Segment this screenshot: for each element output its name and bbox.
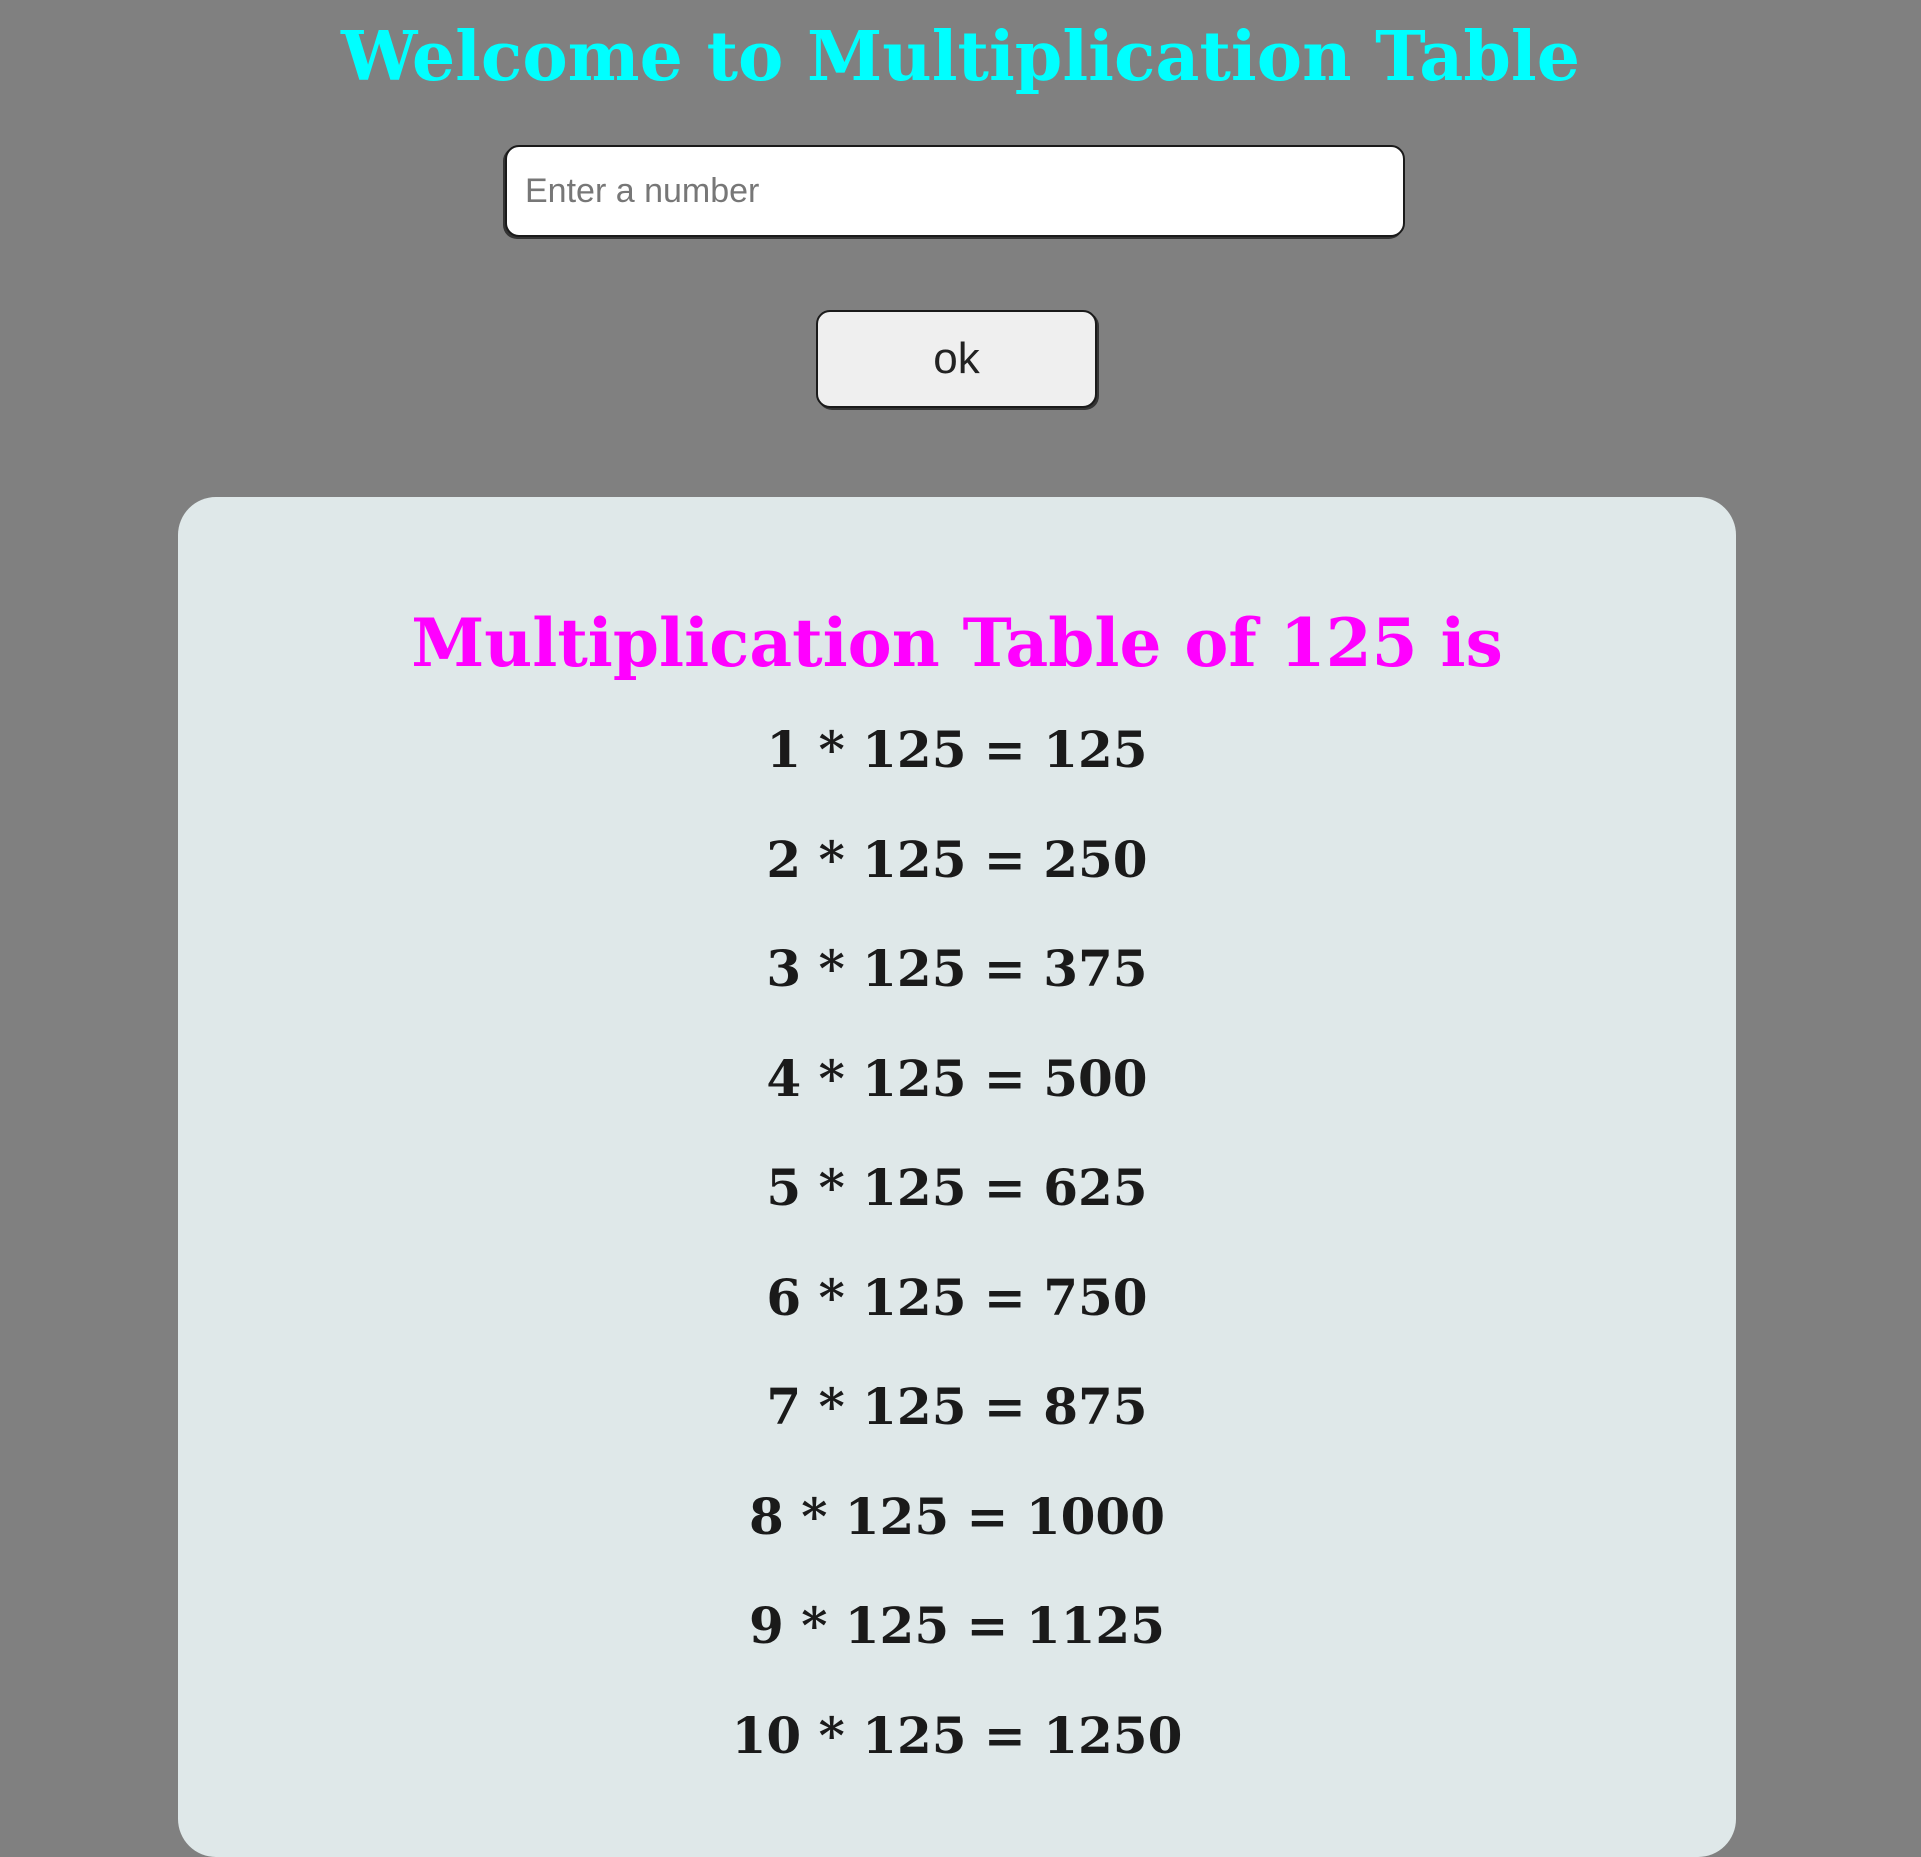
- page-title: Welcome to Multiplication Table: [341, 17, 1580, 97]
- result-heading: Multiplication Table of 125 is: [411, 604, 1503, 682]
- table-row: 6 * 125 = 750: [766, 1267, 1148, 1327]
- table-row: 1 * 125 = 125: [766, 720, 1148, 779]
- number-input[interactable]: [505, 145, 1405, 237]
- table-row: 2 * 125 = 250: [766, 829, 1148, 889]
- ok-button[interactable]: ok: [816, 310, 1097, 408]
- table-rows: 1 * 125 = 125 2 * 125 = 250 3 * 125 = 37…: [178, 705, 1736, 1800]
- table-row: 10 * 125 = 1250: [731, 1705, 1183, 1765]
- table-row: 8 * 125 = 1000: [749, 1486, 1165, 1546]
- table-row: 4 * 125 = 500: [766, 1048, 1148, 1108]
- table-row: 9 * 125 = 1125: [749, 1596, 1165, 1655]
- table-row: 3 * 125 = 375: [766, 939, 1148, 998]
- table-row: 7 * 125 = 875: [766, 1377, 1148, 1436]
- table-row: 5 * 125 = 625: [766, 1158, 1148, 1217]
